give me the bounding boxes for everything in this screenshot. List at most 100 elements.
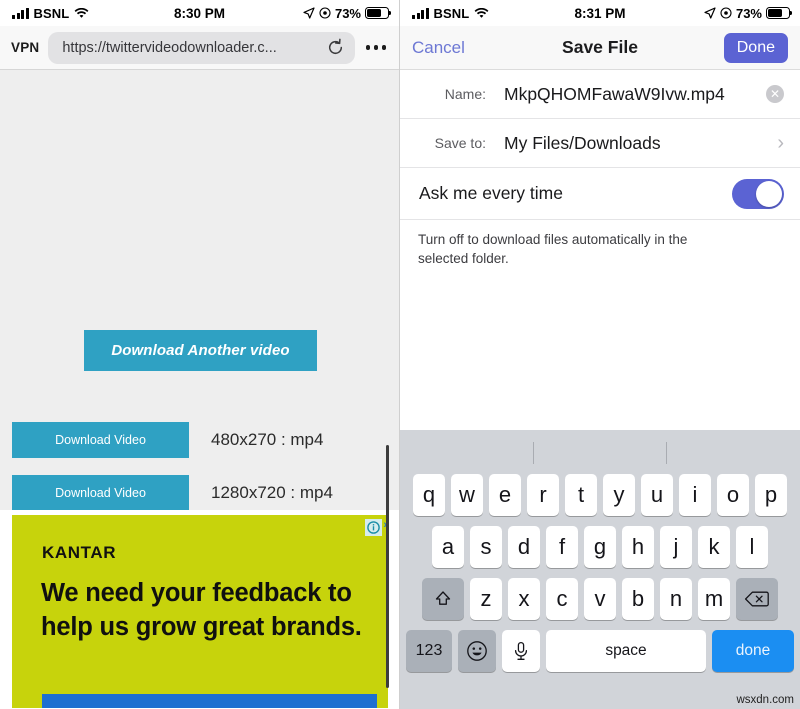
webpage-content: Download Another video Download Video 48… xyxy=(0,70,399,708)
key-i[interactable]: i xyxy=(679,474,711,516)
keyboard-row-2: a s d f g h j k l xyxy=(400,526,800,568)
browser-address-bar: VPN https://twittervideodownloader.c... xyxy=(0,26,399,70)
chevron-right-icon: › xyxy=(777,132,784,154)
ad-cta-bar[interactable] xyxy=(42,694,377,708)
keyboard-row-1: q w e r t y u i o p xyxy=(400,474,800,516)
ask-me-every-time-label: Ask me every time xyxy=(419,183,563,203)
wifi-icon xyxy=(74,7,89,19)
key-n[interactable]: n xyxy=(660,578,692,620)
more-options-icon[interactable] xyxy=(364,45,389,50)
helper-text: Turn off to download files automatically… xyxy=(418,232,688,267)
keyboard-suggestion-bar xyxy=(400,430,800,474)
clear-circle-icon[interactable]: ✕ xyxy=(766,85,784,103)
name-input[interactable]: MkpQHOMFawaW9Ivw.mp4 xyxy=(504,84,766,105)
ad-headline: We need your feedback to help us grow gr… xyxy=(41,579,362,641)
key-w[interactable]: w xyxy=(451,474,483,516)
numbers-key[interactable]: 123 xyxy=(406,630,452,672)
key-g[interactable]: g xyxy=(584,526,616,568)
key-j[interactable]: j xyxy=(660,526,692,568)
download-another-video-button[interactable]: Download Another video xyxy=(84,330,317,371)
advertisement-container: KANTAR We need your feedback to help us … xyxy=(0,510,399,708)
key-o[interactable]: o xyxy=(717,474,749,516)
ask-me-every-time-toggle[interactable] xyxy=(732,178,784,209)
backspace-icon[interactable] xyxy=(736,578,778,620)
quality-label-1280: 1280x720 : mp4 xyxy=(211,482,333,502)
reload-icon[interactable] xyxy=(326,38,345,57)
alarm-icon xyxy=(720,7,732,19)
done-button[interactable]: Done xyxy=(723,32,788,63)
key-v[interactable]: v xyxy=(584,578,616,620)
name-field-row: Name: MkpQHOMFawaW9Ivw.mp4 ✕ xyxy=(400,70,800,119)
key-t[interactable]: t xyxy=(565,474,597,516)
left-phone-screen: BSNL 8:30 PM 73% VPN https://twittervide… xyxy=(0,0,400,709)
status-bar-left-group: BSNL xyxy=(412,6,489,21)
key-r[interactable]: r xyxy=(527,474,559,516)
battery-icon xyxy=(365,7,391,19)
emoji-smiley-icon[interactable] xyxy=(458,630,496,672)
kantar-ad-banner[interactable]: KANTAR We need your feedback to help us … xyxy=(12,515,388,708)
done-key[interactable]: done xyxy=(712,630,794,672)
key-z[interactable]: z xyxy=(470,578,502,620)
status-bar-right: BSNL 8:31 PM 73% xyxy=(400,0,800,26)
key-b[interactable]: b xyxy=(622,578,654,620)
carrier-name: BSNL xyxy=(433,5,470,21)
alarm-icon xyxy=(319,7,331,19)
key-m[interactable]: m xyxy=(698,578,730,620)
location-arrow-icon xyxy=(303,7,315,19)
keyboard-row-3: z x c v b n m xyxy=(400,578,800,620)
key-f[interactable]: f xyxy=(546,526,578,568)
adchoices-info-icon[interactable] xyxy=(365,519,382,536)
battery-icon xyxy=(766,7,792,19)
keyboard-row-4: 123 space done xyxy=(400,630,800,672)
status-bar-right-group: 73% xyxy=(704,5,792,21)
url-input[interactable]: https://twittervideodownloader.c... xyxy=(48,31,355,64)
space-key[interactable]: space xyxy=(546,630,706,672)
page-scrollbar[interactable] xyxy=(386,445,389,688)
save-to-label: Save to: xyxy=(434,135,486,151)
suggestion-divider xyxy=(533,442,534,464)
status-bar-right-group: 73% xyxy=(303,5,391,21)
wifi-icon xyxy=(474,7,489,19)
key-l[interactable]: l xyxy=(736,526,768,568)
shift-arrow-icon[interactable] xyxy=(422,578,464,620)
download-video-button-1280[interactable]: Download Video xyxy=(12,474,189,511)
download-video-button-480[interactable]: Download Video xyxy=(12,421,189,458)
battery-percent: 73% xyxy=(334,5,361,21)
site-watermark: wsxdn.com xyxy=(736,694,794,706)
key-q[interactable]: q xyxy=(413,474,445,516)
key-a[interactable]: a xyxy=(432,526,464,568)
key-p[interactable]: p xyxy=(755,474,787,516)
battery-percent: 73% xyxy=(735,5,762,21)
right-phone-screen: BSNL 8:31 PM 73% Cancel Save File Done N… xyxy=(400,0,800,709)
vpn-indicator: VPN xyxy=(11,40,40,55)
suggestion-divider xyxy=(666,442,667,464)
onscreen-keyboard: q w e r t y u i o p a s d f g h j k l z … xyxy=(400,430,800,709)
key-y[interactable]: y xyxy=(603,474,635,516)
save-to-value: My Files/Downloads xyxy=(504,132,661,153)
key-k[interactable]: k xyxy=(698,526,730,568)
ask-me-every-time-row: Ask me every time xyxy=(400,168,800,220)
signal-bars-icon xyxy=(12,7,29,19)
save-file-nav-bar: Cancel Save File Done xyxy=(400,26,800,70)
key-s[interactable]: s xyxy=(470,526,502,568)
key-e[interactable]: e xyxy=(489,474,521,516)
ad-brand-name: KANTAR xyxy=(42,543,117,562)
save-to-row[interactable]: Save to: My Files/Downloads › xyxy=(400,119,800,168)
quality-label-480: 480x270 : mp4 xyxy=(211,429,324,449)
key-h[interactable]: h xyxy=(622,526,654,568)
signal-bars-icon xyxy=(412,7,429,19)
location-arrow-icon xyxy=(704,7,716,19)
key-u[interactable]: u xyxy=(641,474,673,516)
key-c[interactable]: c xyxy=(546,578,578,620)
key-x[interactable]: x xyxy=(508,578,540,620)
key-d[interactable]: d xyxy=(508,526,540,568)
status-bar-left-group: BSNL xyxy=(12,6,89,21)
cancel-button[interactable]: Cancel xyxy=(412,38,465,58)
name-label: Name: xyxy=(444,86,486,102)
download-option-row: Download Video 480x270 : mp4 xyxy=(0,413,399,466)
dual-phone-screenshot: BSNL 8:30 PM 73% VPN https://twittervide… xyxy=(0,0,800,709)
microphone-icon[interactable] xyxy=(502,630,540,672)
carrier-name: BSNL xyxy=(33,5,70,21)
url-text: https://twittervideodownloader.c... xyxy=(62,39,277,56)
status-bar-left: BSNL 8:30 PM 73% xyxy=(0,0,399,26)
